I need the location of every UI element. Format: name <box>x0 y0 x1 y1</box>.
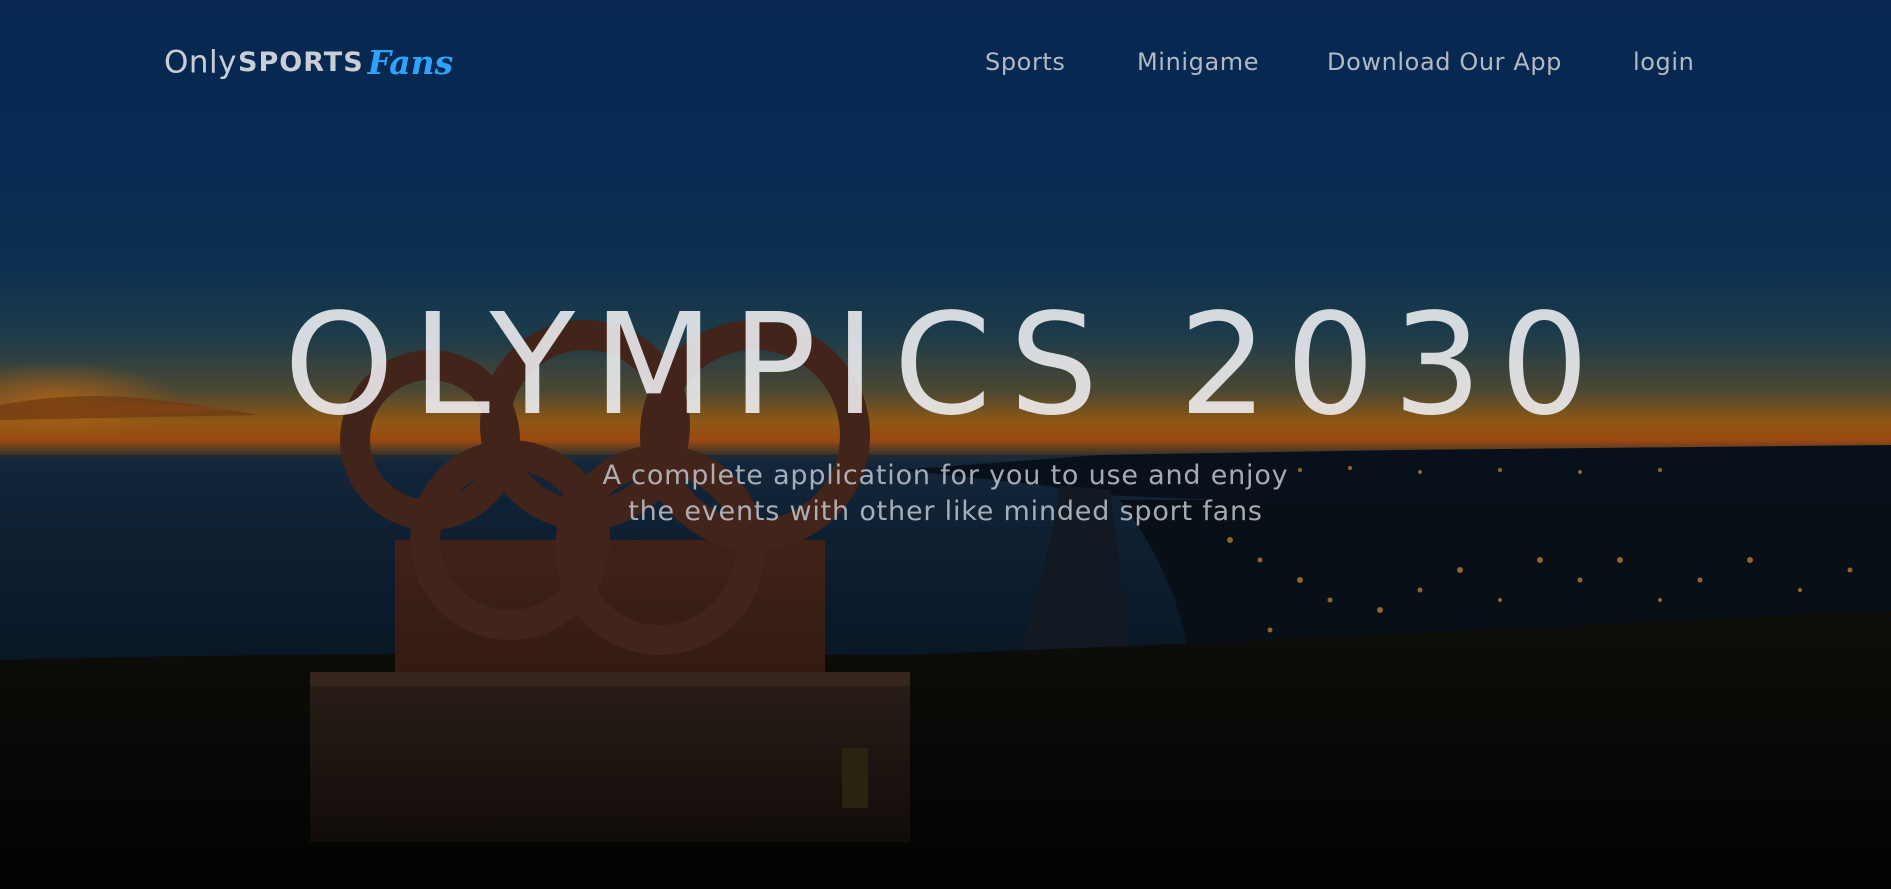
logo-text-only: Only <box>164 44 238 81</box>
logo-text-fans: Fans <box>367 42 454 82</box>
hero-subtitle-line1: A complete application for you to use an… <box>602 460 1289 491</box>
nav-link-sports[interactable]: Sports <box>985 46 1066 78</box>
hero-title: OLYMPICS 2030 <box>283 284 1608 447</box>
hero-section: OnlySPORTS Fans Sports Minigame Download … <box>0 0 1891 889</box>
hero-subtitle: A complete application for you to use an… <box>0 458 1891 530</box>
nav-link-login[interactable]: login <box>1633 46 1694 78</box>
logo-text-sports: SPORTS <box>238 46 364 78</box>
nav-link-download-app[interactable]: Download Our App <box>1327 46 1562 78</box>
top-navigation: OnlySPORTS Fans Sports Minigame Download … <box>0 0 1891 126</box>
nav-link-minigame[interactable]: Minigame <box>1137 46 1259 78</box>
hero-subtitle-line2: the events with other like minded sport … <box>628 496 1263 527</box>
brand-logo[interactable]: OnlySPORTS Fans <box>164 38 453 86</box>
